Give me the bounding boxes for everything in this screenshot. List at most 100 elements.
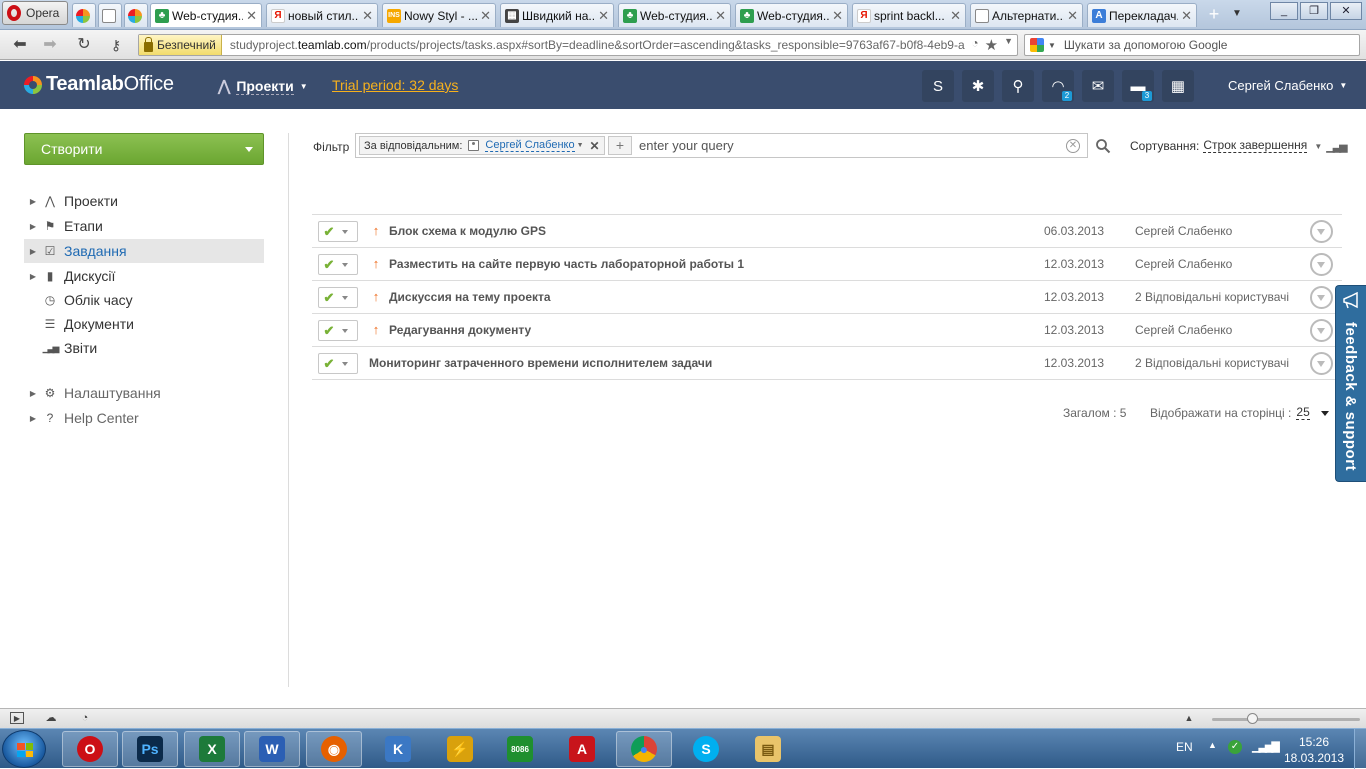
module-selector[interactable]: ⋀ Проекти ▼ [218,77,308,96]
pinned-tab[interactable] [124,3,148,27]
task-title-link[interactable]: Редагування документу [389,323,531,337]
taskbar-app-lightning-button[interactable]: ⚡ [432,731,488,767]
forward-button[interactable]: ➡ [40,35,60,55]
start-button[interactable] [2,730,46,768]
speedometer-icon[interactable]: ◔ [78,712,92,724]
task-row[interactable]: ✔ ↑ Блок схема к модулю GPS 06.03.2013 Серге… [312,215,1342,248]
taskbar-word-button[interactable]: W [244,731,300,767]
browser-tab[interactable]: Яsprint backl... ✕ [852,3,966,27]
opera-menu-button[interactable]: Opera [2,1,68,25]
zoom-slider-handle[interactable] [1247,713,1258,724]
search-engine-dropdown-icon[interactable]: ▼ [1048,41,1056,50]
taskbar-app-k-button[interactable]: K [370,731,426,767]
trial-period-link[interactable]: Trial period: 32 days [332,77,458,93]
browser-tab[interactable]: Альтернати... ✕ [970,3,1083,27]
sidebar-item-tasks[interactable]: ▶ ☑ Завдання [24,239,264,263]
browser-tab[interactable]: ♣ Web-студия... ✕ [735,3,848,27]
search-icon[interactable]: ⚲ [1002,70,1034,102]
task-title-link[interactable]: Мониторинг затраченного времени исполнит… [369,356,712,370]
task-responsible[interactable]: Сергей Слабенко [1135,224,1232,238]
taskbar-chrome-button[interactable]: ● [616,731,672,767]
zoom-up-icon[interactable]: ▲ [1182,712,1196,724]
close-tab-icon[interactable]: ✕ [1067,8,1078,24]
chat-icon[interactable]: ▬ 3 [1122,70,1154,102]
blank-tab[interactable] [98,3,122,27]
filter-chip-value[interactable]: Сергей Слабенко [485,139,575,152]
close-tab-icon[interactable]: ✕ [950,8,961,24]
close-tab-icon[interactable]: ✕ [246,8,257,24]
expand-arrow-icon[interactable]: ▶ [26,247,40,256]
restore-button[interactable]: ❐ [1300,2,1328,20]
taskbar-acrobat-button[interactable]: A [554,731,610,767]
task-title-link[interactable]: Блок схема к модулю GPS [389,224,546,238]
browser-tab[interactable]: ▦ Швидкий на... ✕ [500,3,614,27]
sidebar-item-help[interactable]: ▶? Help Center [24,406,264,430]
task-row[interactable]: ✔ ↑ Дискуссия на тему проекта 12.03.2013 2 В… [312,281,1342,314]
new-tab-button[interactable]: + [1204,5,1224,25]
task-responsible[interactable]: Сергей Слабенко [1135,257,1232,271]
filter-chip-responsible[interactable]: За відповідальним: Сергей Слабенко ▼ ✕ [359,136,605,155]
task-responsible[interactable]: 2 Відповідальні користувачі [1135,290,1289,304]
security-tray-icon[interactable]: ✓ [1228,740,1242,754]
sidebar-item-clock[interactable]: ◷ Облік часу [24,288,264,312]
taskbar-emu8086-button[interactable]: 8086 [492,731,548,767]
calendar-icon[interactable]: ▦ [1162,70,1194,102]
taskbar-photoshop-button[interactable]: Ps [122,731,178,767]
key-icon[interactable]: ⚷ [106,35,126,55]
sidebar-item-reports[interactable]: ▁▃▅ Звіти [24,336,264,360]
task-actions-menu-icon[interactable] [1310,286,1333,309]
browser-tab[interactable]: INS Nowy Styl - ... ✕ [382,3,496,27]
settings-icon[interactable]: ✱ [962,70,994,102]
taskbar-explorer-button[interactable]: ▤ [740,731,796,767]
task-row[interactable]: ✔ Мониторинг затраченного времени исполни… [312,347,1342,380]
bookmark-star-icon[interactable]: ★ [985,36,998,54]
chevron-down-icon[interactable]: ▼ [577,142,584,149]
task-status-selector[interactable]: ✔ [318,254,358,275]
expand-arrow-icon[interactable]: ▶ [26,414,40,423]
add-filter-button[interactable]: + [608,136,632,155]
task-status-selector[interactable]: ✔ [318,287,358,308]
taskbar-excel-button[interactable]: X [184,731,240,767]
taskbar-firefox-button[interactable]: ◉ [306,731,362,767]
network-signal-icon[interactable]: ▁▃▅▇ [1252,740,1280,753]
task-responsible[interactable]: 2 Відповідальні користувачі [1135,356,1289,370]
reload-button[interactable]: ↻ [74,35,94,55]
system-clock[interactable]: 15:26 18.03.2013 [1282,734,1346,766]
back-button[interactable]: ⬅ [10,35,30,55]
search-engine-box[interactable]: ▼ Шукати за допомогою Google [1024,34,1360,56]
task-actions-menu-icon[interactable] [1310,319,1333,342]
sort-value[interactable]: Строк завершення [1203,139,1308,153]
rss-icon[interactable]: ◔ [971,36,978,54]
search-icon[interactable] [1095,138,1111,154]
close-tab-icon[interactable]: ✕ [832,8,843,24]
task-row[interactable]: ✔ ↑ Разместить на сайте первую часть лабор… [312,248,1342,281]
per-page-control[interactable]: Відображати на сторінці : 25 [1150,406,1329,420]
task-status-selector[interactable]: ✔ [318,221,358,242]
show-desktop-button[interactable] [1354,729,1366,769]
skype-icon[interactable]: S [922,70,954,102]
sidebar-item-documents[interactable]: ☰ Документи [24,312,264,336]
speed-dial-tab[interactable] [72,3,96,27]
security-badge[interactable]: Безпечний [139,35,222,55]
task-title-link[interactable]: Дискуссия на тему проекта [389,290,551,304]
expand-arrow-icon[interactable]: ▶ [26,222,40,231]
taskbar-skype-button[interactable]: S [678,731,734,767]
url-text[interactable]: studyproject.teamlab.com/products/projec… [222,38,972,52]
task-actions-menu-icon[interactable] [1310,253,1333,276]
tab-list-icon[interactable]: ▼ [1232,8,1242,19]
show-hidden-icons[interactable]: ▲ [1208,740,1217,750]
close-tab-icon[interactable]: ✕ [598,8,609,24]
caret-down-icon[interactable] [1320,410,1329,416]
close-tab-icon[interactable]: ✕ [1181,8,1192,24]
teamlab-logo[interactable]: Teamlab Office [24,73,174,96]
turbo-icon[interactable]: ☁ [44,712,58,724]
mail-icon[interactable]: ✉ [1082,70,1114,102]
dropdown-icon[interactable]: ▼ [1004,36,1013,54]
per-page-value[interactable]: 25 [1296,406,1310,420]
task-status-selector[interactable]: ✔ [318,320,358,341]
user-menu[interactable]: Сергей Слабенко ▼ [1228,78,1347,93]
zoom-slider-track[interactable] [1212,718,1360,721]
filter-box[interactable]: За відповідальним: Сергей Слабенко ▼ ✕ +… [355,133,1088,158]
task-title-link[interactable]: Разместить на сайте первую часть лаборат… [389,257,744,271]
taskbar-opera-button[interactable]: O [62,731,118,767]
